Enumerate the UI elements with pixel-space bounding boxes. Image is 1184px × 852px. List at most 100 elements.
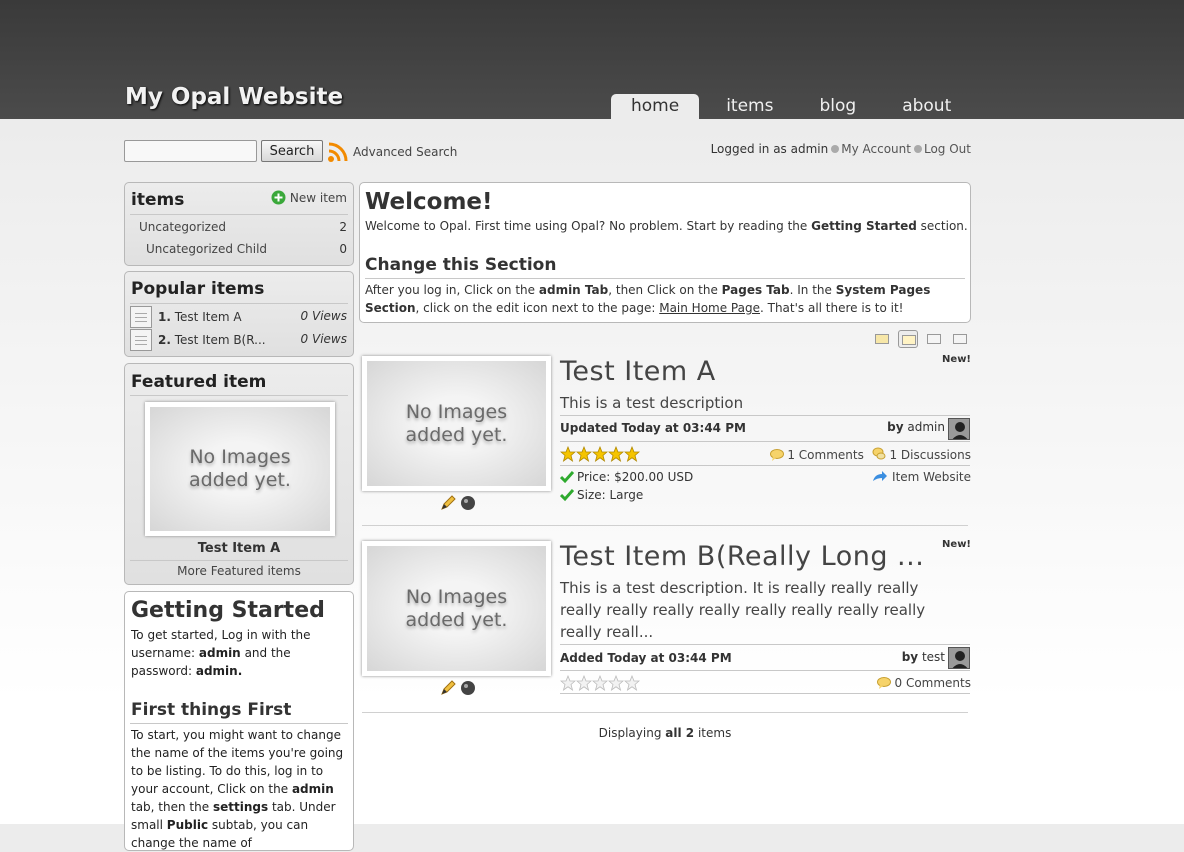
item-image[interactable]: No Images added yet. <box>362 356 551 491</box>
website-label: Item Website <box>892 470 971 484</box>
star-icon[interactable] <box>608 446 624 462</box>
pencil-icon[interactable] <box>440 495 456 511</box>
username-link[interactable]: admin <box>791 142 829 156</box>
category-uncategorized[interactable]: Uncategorized <box>139 220 226 234</box>
text: settings <box>212 800 269 814</box>
star-icon[interactable] <box>560 675 576 691</box>
search-input[interactable] <box>124 140 257 162</box>
item-website-link[interactable]: Item Website <box>872 470 971 484</box>
item-description: This is a test description. It is really… <box>560 579 926 641</box>
view-mode-list-icon[interactable] <box>872 330 892 348</box>
arrow-icon <box>873 471 888 481</box>
item-title[interactable]: Test Item A <box>560 356 716 387</box>
star-icon[interactable] <box>560 446 576 462</box>
item-social: 1 Comments 1 Discussions <box>769 447 971 462</box>
text: admin. <box>195 664 243 678</box>
rss-icon[interactable] <box>327 141 349 163</box>
tab-blog[interactable]: blog <box>800 94 875 119</box>
category-uncategorized-child[interactable]: Uncategorized Child <box>146 242 267 256</box>
comments-link[interactable]: 1 Comments <box>787 448 864 462</box>
item-image[interactable]: No Images added yet. <box>362 541 551 676</box>
tab-items[interactable]: items <box>707 94 792 119</box>
list-item[interactable]: 1. Test Item A 0 Views <box>130 306 347 328</box>
view-mode-table-icon[interactable] <box>950 330 970 348</box>
comment-icon <box>769 449 784 461</box>
text: Public <box>166 818 209 832</box>
star-icon[interactable] <box>608 675 624 691</box>
divider <box>560 693 970 694</box>
avatar-icon[interactable] <box>948 647 970 669</box>
log-out-link[interactable]: Log Out <box>924 142 971 156</box>
item-updated: Updated Today at 03:44 PM <box>560 421 746 435</box>
star-icon[interactable] <box>624 675 640 691</box>
new-item-link[interactable]: New item <box>271 190 347 205</box>
item-tools <box>440 680 476 696</box>
discussions-link[interactable]: 1 Discussions <box>889 448 971 462</box>
text: . That's all there is to it! <box>759 301 904 315</box>
popular-item-name[interactable]: 1. Test Item A <box>158 310 242 324</box>
item-author: by admin <box>887 420 945 434</box>
ball-icon[interactable] <box>460 680 476 696</box>
featured-item-name[interactable]: Test Item A <box>125 541 353 556</box>
star-icon[interactable] <box>576 675 592 691</box>
my-account-link[interactable]: My Account <box>841 142 911 156</box>
text: by <box>901 650 919 664</box>
popular-item-name[interactable]: 2. Test Item B(R... <box>158 333 266 347</box>
price-text: Price: $200.00 USD <box>577 470 694 484</box>
text: Getting Started <box>811 219 917 233</box>
star-icon[interactable] <box>576 446 592 462</box>
popular-items-box: Popular items 1. Test Item A 0 Views 2. … <box>124 271 354 357</box>
text: Pages Tab <box>721 283 790 297</box>
check-icon <box>559 471 575 484</box>
list-item[interactable]: 2. Test Item B(R... 0 Views <box>130 329 347 351</box>
author-link[interactable]: admin <box>907 420 945 434</box>
item-size: Size: Large <box>559 488 643 502</box>
avatar-icon[interactable] <box>948 418 970 440</box>
no-image-text: No Images <box>189 446 291 468</box>
text: items <box>697 726 732 740</box>
more-featured-link[interactable]: More Featured items <box>125 564 353 578</box>
comments-link[interactable]: 0 Comments <box>895 676 972 690</box>
main-home-page-link[interactable]: Main Home Page <box>659 301 760 315</box>
tab-home[interactable]: home <box>611 94 700 119</box>
comment-icon <box>876 677 891 689</box>
star-icon[interactable] <box>624 446 640 462</box>
item-separator <box>362 712 968 713</box>
view-mode-detail-icon[interactable] <box>898 330 918 348</box>
text: After you log in, Click on the <box>365 283 536 297</box>
divider <box>560 441 970 442</box>
getting-started-box: Getting Started To get started, Log in w… <box>124 591 354 851</box>
text: , then Click on the <box>608 283 718 297</box>
site-title[interactable]: My Opal Website <box>125 84 343 110</box>
separator-dot-icon <box>913 145 922 153</box>
author-link[interactable]: test <box>922 650 945 664</box>
no-image-text: No Images <box>405 400 508 423</box>
new-item-label: New item <box>289 191 347 205</box>
star-icon[interactable] <box>592 446 608 462</box>
category-count: 0 <box>339 242 347 256</box>
divider <box>560 415 970 416</box>
text: Welcome to Opal. First time using Opal? … <box>365 219 808 233</box>
search-button[interactable]: Search <box>261 140 323 162</box>
view-mode-grid-icon[interactable] <box>924 330 944 348</box>
rating-stars[interactable] <box>560 675 640 691</box>
advanced-search-link[interactable]: Advanced Search <box>353 145 457 159</box>
text: admin <box>198 646 241 660</box>
text: Displaying <box>598 726 662 740</box>
star-icon[interactable] <box>592 675 608 691</box>
text: . In the <box>789 283 832 297</box>
welcome-box: Welcome! Welcome to Opal. First time usi… <box>359 182 971 323</box>
tab-about[interactable]: about <box>883 94 970 119</box>
view-count: 0 Views <box>300 309 347 323</box>
item-title[interactable]: Test Item B(Really Long ... <box>560 541 924 572</box>
pencil-icon[interactable] <box>440 680 456 696</box>
new-badge: New! <box>942 354 971 365</box>
category-count: 2 <box>339 220 347 234</box>
main-nav: home items blog about <box>611 94 978 119</box>
welcome-title: Welcome! <box>365 189 493 215</box>
ball-icon[interactable] <box>460 495 476 511</box>
rating-stars[interactable] <box>560 446 640 462</box>
no-image-text: added yet. <box>405 608 508 631</box>
featured-image[interactable]: No Images added yet. <box>145 402 335 536</box>
listing-footer: Displaying all 2 items <box>362 726 968 740</box>
